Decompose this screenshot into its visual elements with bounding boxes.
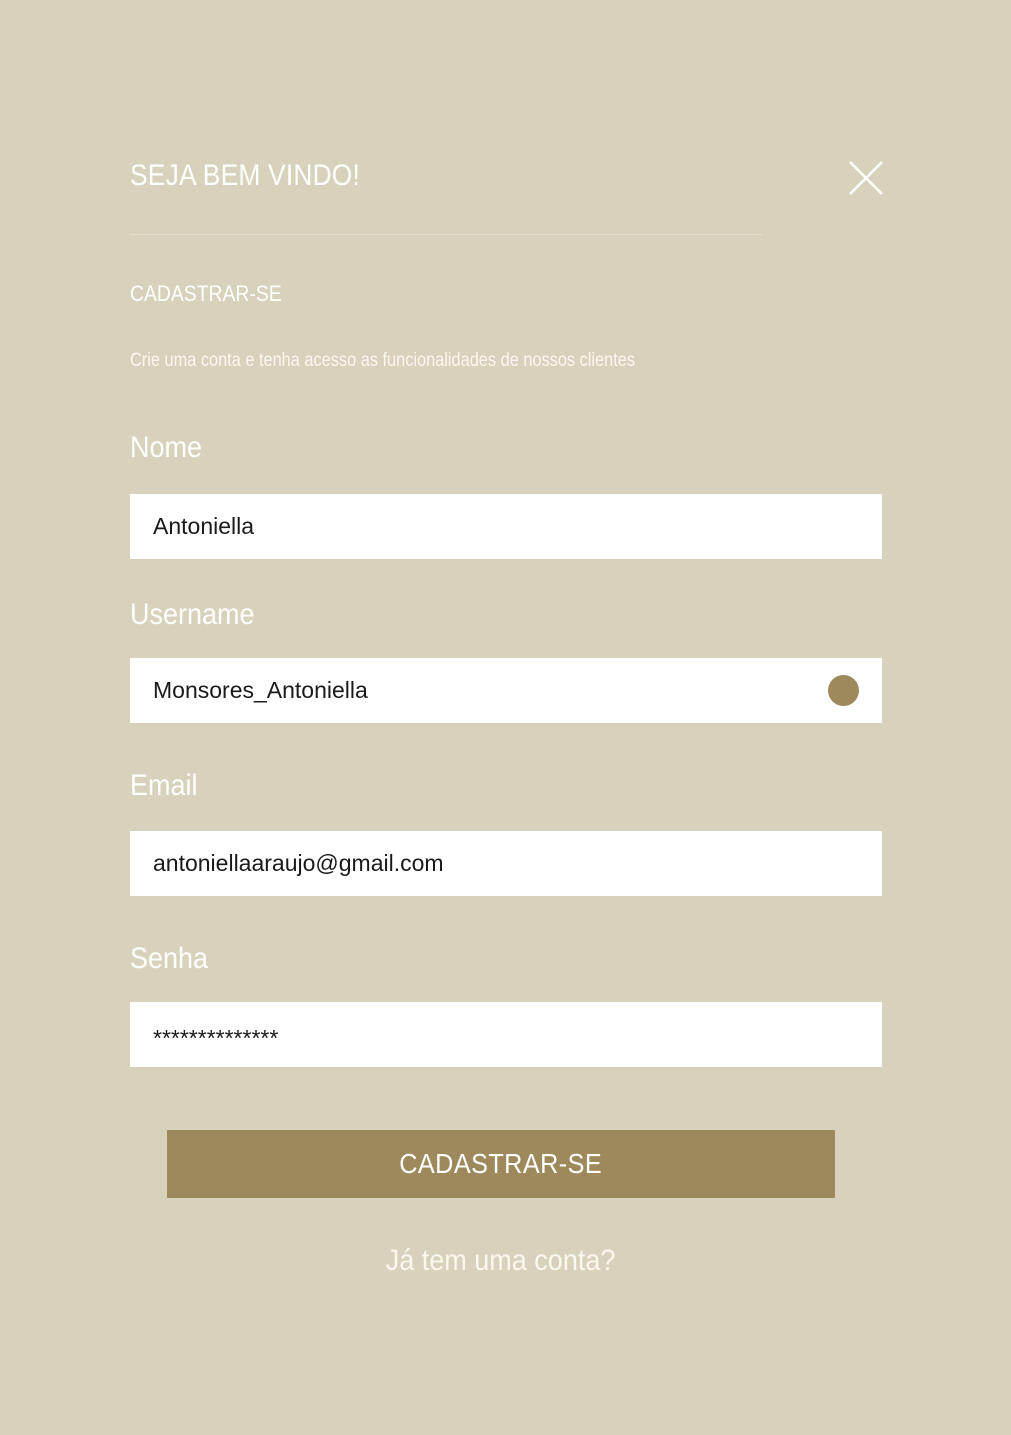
password-field[interactable] (130, 1002, 882, 1067)
email-field[interactable] (130, 831, 882, 896)
password-label: Senha (130, 942, 209, 975)
name-field[interactable] (130, 494, 882, 559)
name-label: Nome (130, 431, 203, 464)
login-link-label: Já tem uma conta? (385, 1244, 616, 1277)
close-icon (849, 161, 883, 195)
section-title: CADASTRAR-SE (130, 281, 282, 306)
username-field[interactable] (130, 658, 882, 723)
modal-title: SEJA BEM VINDO! (130, 159, 361, 192)
status-dot-icon (828, 675, 859, 706)
section-subtitle: Crie uma conta e tenha acesso as funcion… (130, 350, 636, 371)
email-label: Email (130, 769, 198, 802)
username-label: Username (130, 598, 255, 631)
signup-submit-label: CADASTRAR-SE (399, 1148, 603, 1179)
header-divider (130, 234, 762, 235)
signup-modal: SEJA BEM VINDO! CADASTRAR-SE Crie uma co… (0, 0, 1011, 1435)
username-input-wrapper (130, 658, 882, 723)
login-link[interactable]: Já tem uma conta? (0, 1242, 1001, 1280)
close-button[interactable] (846, 158, 886, 198)
signup-submit-button[interactable]: CADASTRAR-SE (167, 1130, 835, 1198)
